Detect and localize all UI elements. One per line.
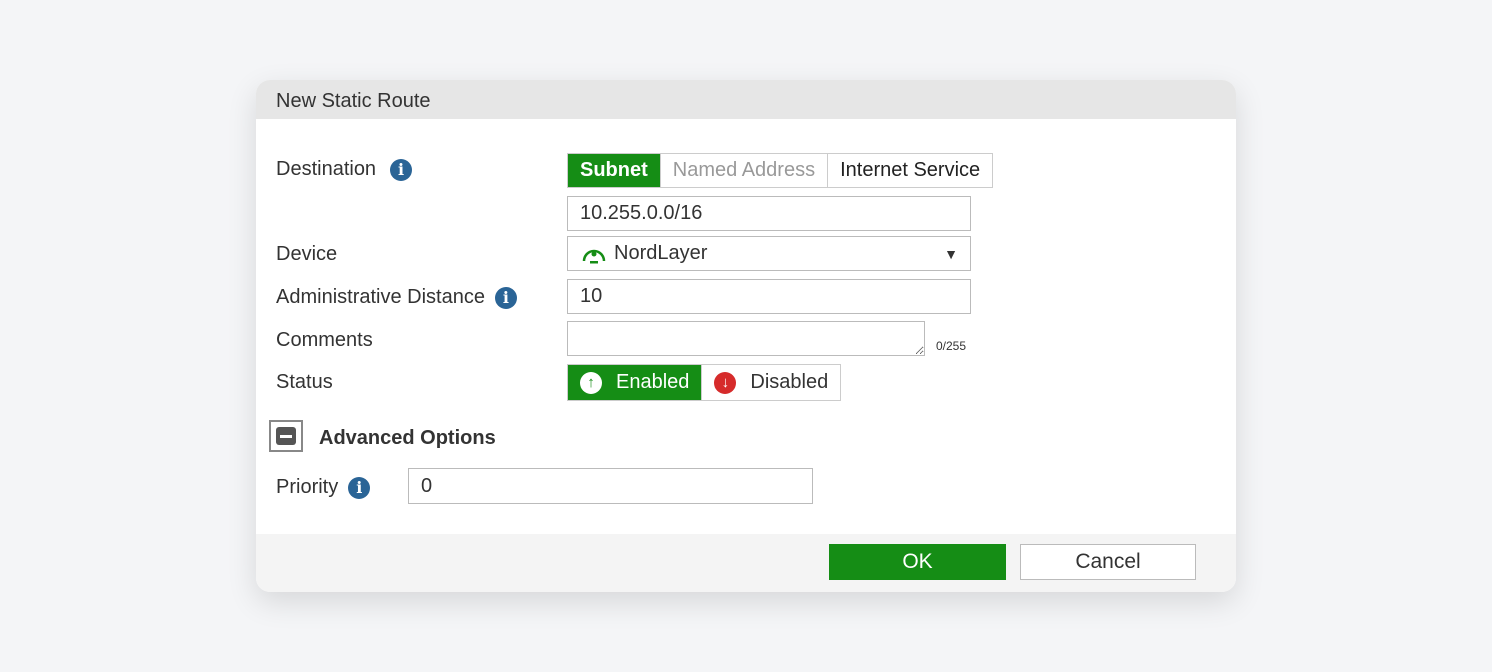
destination-label: Destination xyxy=(276,158,377,180)
comments-counter: 0/255 xyxy=(936,339,967,353)
dialog-footer: OK Cancel xyxy=(256,534,1236,592)
destination-label-row: Destination i xyxy=(276,158,413,181)
priority-label: Priority xyxy=(276,476,339,498)
info-icon[interactable]: i xyxy=(390,158,413,181)
ok-button[interactable]: OK xyxy=(829,544,1006,580)
priority-input[interactable] xyxy=(408,468,813,504)
admin-distance-label: Administrative Distance xyxy=(276,286,485,308)
admin-distance-label-row: Administrative Distance i xyxy=(276,286,517,309)
destination-internet-service-option[interactable]: Internet Service xyxy=(828,154,992,187)
status-toggle: ↑ Enabled ↓ Disabled xyxy=(567,364,842,401)
destination-type-toggle: Subnet Named Address Internet Service xyxy=(567,153,994,188)
enabled-label: Enabled xyxy=(616,371,690,393)
comments-textarea[interactable] xyxy=(567,321,925,356)
cancel-button[interactable]: Cancel xyxy=(1020,544,1196,580)
advanced-options-collapse-toggle[interactable] xyxy=(269,420,303,452)
info-icon[interactable]: i xyxy=(348,476,371,499)
device-select[interactable]: NordLayer ▼ xyxy=(567,236,971,271)
nordlayer-interface-icon xyxy=(582,249,606,263)
minus-icon xyxy=(276,427,296,445)
disabled-label: Disabled xyxy=(750,371,829,393)
device-value: NordLayer xyxy=(614,242,708,264)
info-icon[interactable]: i xyxy=(494,286,517,309)
device-label: Device xyxy=(276,243,338,265)
destination-named-address-option[interactable]: Named Address xyxy=(661,154,829,187)
priority-label-row: Priority i xyxy=(276,476,371,499)
comments-label: Comments xyxy=(276,329,373,351)
advanced-options-heading: Advanced Options xyxy=(319,427,496,449)
admin-distance-input[interactable] xyxy=(567,279,971,314)
status-disabled-option[interactable]: ↓ Disabled xyxy=(702,365,840,400)
dialog-title: New Static Route xyxy=(256,80,1236,119)
status-enabled-option[interactable]: ↑ Enabled xyxy=(568,365,703,400)
destination-subnet-option[interactable]: Subnet xyxy=(568,154,661,187)
new-static-route-dialog: New Static Route Destination i Subnet Na… xyxy=(256,80,1236,592)
arrow-up-icon: ↑ xyxy=(580,371,602,394)
destination-subnet-input[interactable] xyxy=(567,196,971,231)
status-label: Status xyxy=(276,371,333,393)
dropdown-caret-icon: ▼ xyxy=(944,245,958,262)
arrow-down-icon: ↓ xyxy=(714,371,737,394)
